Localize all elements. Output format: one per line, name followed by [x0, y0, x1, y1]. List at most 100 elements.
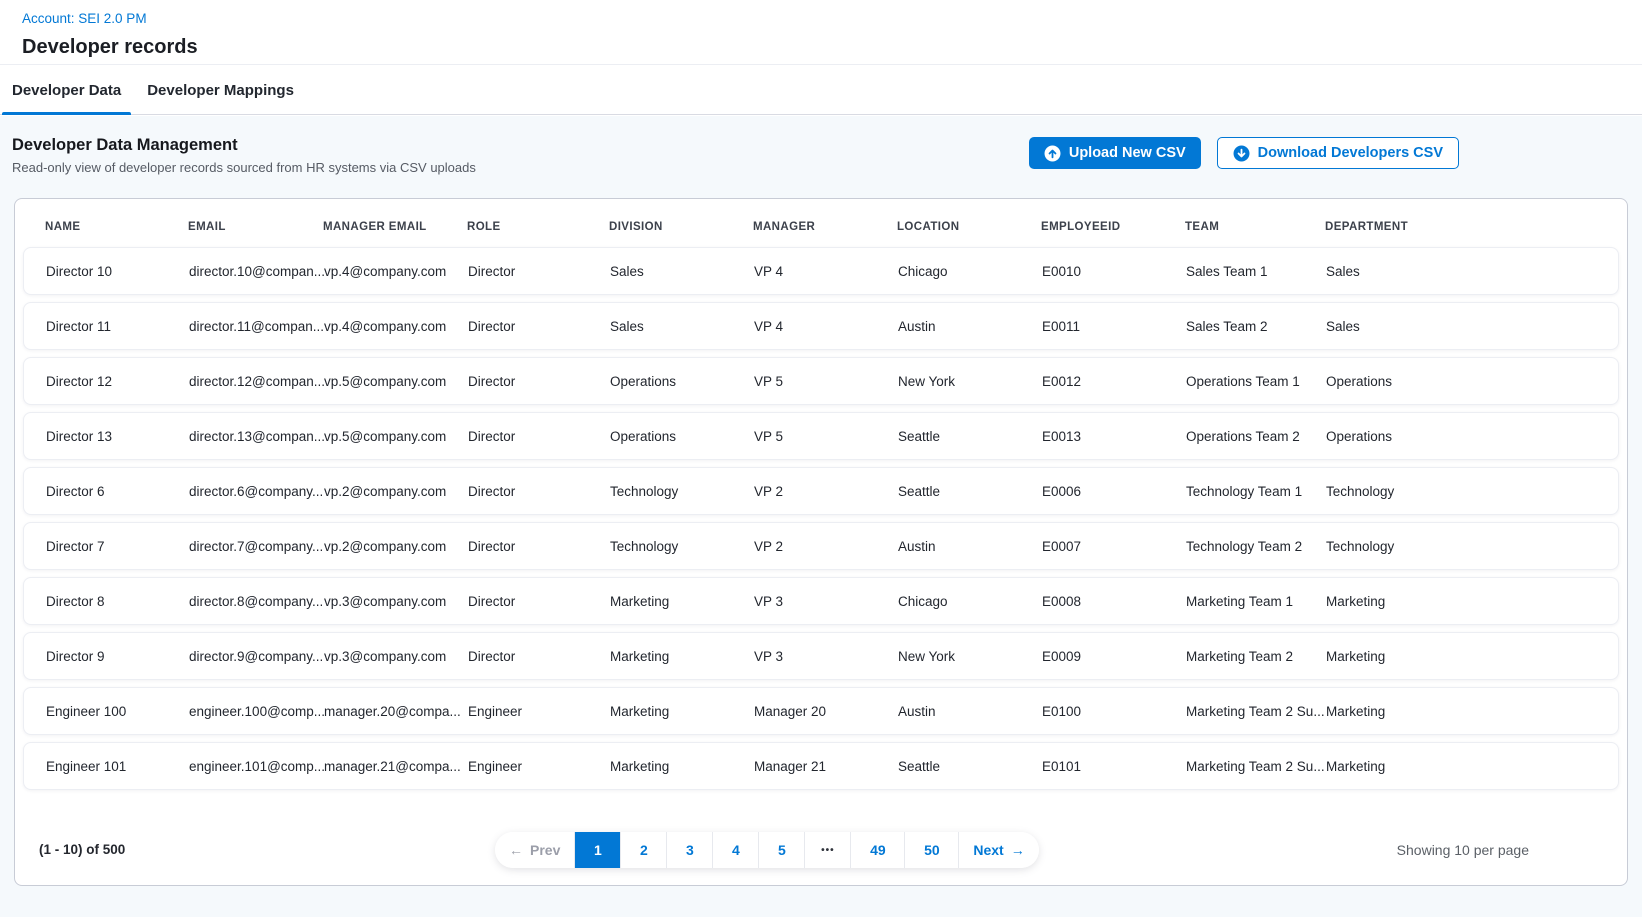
- cell-employeeid: E0012: [1042, 374, 1186, 389]
- cell-manager: VP 3: [754, 649, 898, 664]
- column-header-employeeid: EMPLOYEEID: [1041, 221, 1185, 233]
- cell-manager: VP 3: [754, 594, 898, 609]
- upload-csv-button-label: Upload New CSV: [1069, 145, 1186, 161]
- upload-csv-button[interactable]: Upload New CSV: [1029, 137, 1201, 169]
- column-header-location: LOCATION: [897, 221, 1041, 233]
- cell-division: Technology: [610, 539, 754, 554]
- page-button-50[interactable]: 50: [905, 832, 959, 868]
- cell-email: director.13@compan...: [189, 429, 324, 444]
- table-body: Director 10director.10@compan...vp.4@com…: [15, 245, 1627, 790]
- cell-role: Engineer: [468, 704, 610, 719]
- cell-email: director.8@company....: [189, 594, 324, 609]
- cell-name: Engineer 100: [46, 704, 189, 719]
- cell-department: Technology: [1326, 539, 1618, 554]
- cell-employeeid: E0009: [1042, 649, 1186, 664]
- page-button-3[interactable]: 3: [667, 832, 713, 868]
- cell-manager-email: vp.5@company.com: [324, 429, 468, 444]
- cell-location: Chicago: [898, 264, 1042, 279]
- developer-table-card: NAMEEMAILMANAGER EMAILROLEDIVISIONMANAGE…: [14, 198, 1628, 886]
- cell-name: Director 6: [46, 484, 189, 499]
- page-button-label: Prev: [530, 842, 560, 858]
- cell-location: Austin: [898, 704, 1042, 719]
- cell-role: Director: [468, 429, 610, 444]
- cell-division: Marketing: [610, 649, 754, 664]
- cell-department: Operations: [1326, 429, 1618, 444]
- download-csv-button-label: Download Developers CSV: [1258, 145, 1443, 161]
- cell-manager-email: vp.4@company.com: [324, 319, 468, 334]
- section-heading-block: Developer Data Management Read-only view…: [12, 136, 476, 175]
- upload-icon: [1044, 145, 1061, 162]
- cell-role: Director: [468, 649, 610, 664]
- page-button-label: 1: [594, 842, 602, 858]
- cell-team: Marketing Team 2 Su...: [1186, 759, 1326, 774]
- cell-manager-email: vp.2@company.com: [324, 539, 468, 554]
- cell-employeeid: E0100: [1042, 704, 1186, 719]
- cell-department: Technology: [1326, 484, 1618, 499]
- cell-division: Sales: [610, 264, 754, 279]
- cell-team: Marketing Team 2 Su...: [1186, 704, 1326, 719]
- column-header-email: EMAIL: [188, 221, 323, 233]
- table-row: Director 11director.11@compan...vp.4@com…: [23, 302, 1619, 350]
- cell-email: engineer.100@comp...: [189, 704, 324, 719]
- account-link[interactable]: Account: SEI 2.0 PM: [22, 11, 147, 26]
- column-header-name: NAME: [45, 221, 188, 233]
- table-row: Director 7director.7@company....vp.2@com…: [23, 522, 1619, 570]
- cell-division: Marketing: [610, 594, 754, 609]
- table-row: Director 6director.6@company....vp.2@com…: [23, 467, 1619, 515]
- page-button-1[interactable]: 1: [575, 832, 621, 868]
- cell-division: Technology: [610, 484, 754, 499]
- cell-email: director.9@company....: [189, 649, 324, 664]
- cell-location: New York: [898, 649, 1042, 664]
- page-button-2[interactable]: 2: [621, 832, 667, 868]
- prev-page-button[interactable]: ←Prev: [495, 832, 575, 868]
- cell-division: Operations: [610, 374, 754, 389]
- pagination-range-label: (1 - 10) of 500: [39, 832, 125, 868]
- cell-department: Marketing: [1326, 649, 1618, 664]
- cell-role: Director: [468, 264, 610, 279]
- page-button-49[interactable]: 49: [851, 832, 905, 868]
- cell-employeeid: E0011: [1042, 319, 1186, 334]
- cell-email: director.10@compan...: [189, 264, 324, 279]
- pagination-bar: (1 - 10) of 500 ←Prev12345•••4950Next→ S…: [15, 832, 1627, 868]
- download-icon: [1233, 145, 1250, 162]
- cell-team: Operations Team 1: [1186, 374, 1326, 389]
- cell-division: Sales: [610, 319, 754, 334]
- table-row: Engineer 101engineer.101@comp...manager.…: [23, 742, 1619, 790]
- page-button-4[interactable]: 4: [713, 832, 759, 868]
- cell-team: Technology Team 1: [1186, 484, 1326, 499]
- cell-location: Austin: [898, 319, 1042, 334]
- cell-location: Seattle: [898, 484, 1042, 499]
- table-row: Engineer 100engineer.100@comp...manager.…: [23, 687, 1619, 735]
- column-header-manager: MANAGER: [753, 221, 897, 233]
- page-title: Developer records: [22, 36, 1642, 59]
- cell-role: Director: [468, 374, 610, 389]
- cell-name: Director 8: [46, 594, 189, 609]
- cell-manager-email: vp.4@company.com: [324, 264, 468, 279]
- page-button-label: 49: [870, 842, 886, 858]
- cell-manager: Manager 21: [754, 759, 898, 774]
- page-button-label: 50: [924, 842, 940, 858]
- cell-team: Sales Team 2: [1186, 319, 1326, 334]
- cell-team: Operations Team 2: [1186, 429, 1326, 444]
- cell-employeeid: E0008: [1042, 594, 1186, 609]
- cell-location: Seattle: [898, 759, 1042, 774]
- tab-developer-data[interactable]: Developer Data: [2, 82, 131, 114]
- pager: ←Prev12345•••4950Next→: [495, 832, 1039, 868]
- column-header-role: ROLE: [467, 221, 609, 233]
- page-button-label: 3: [686, 842, 694, 858]
- next-page-button[interactable]: Next →: [959, 832, 1038, 868]
- page-button-5[interactable]: 5: [759, 832, 805, 868]
- cell-employeeid: E0007: [1042, 539, 1186, 554]
- page-button-label: Next: [973, 842, 1003, 858]
- cell-division: Marketing: [610, 704, 754, 719]
- cell-department: Marketing: [1326, 594, 1618, 609]
- cell-location: Seattle: [898, 429, 1042, 444]
- section-title: Developer Data Management: [12, 136, 476, 155]
- tab-developer-mappings[interactable]: Developer Mappings: [137, 82, 304, 114]
- cell-employeeid: E0010: [1042, 264, 1186, 279]
- cell-role: Director: [468, 484, 610, 499]
- cell-name: Director 12: [46, 374, 189, 389]
- arrow-right-icon: →: [1011, 842, 1025, 858]
- column-header-division: DIVISION: [609, 221, 753, 233]
- download-csv-button[interactable]: Download Developers CSV: [1217, 137, 1459, 169]
